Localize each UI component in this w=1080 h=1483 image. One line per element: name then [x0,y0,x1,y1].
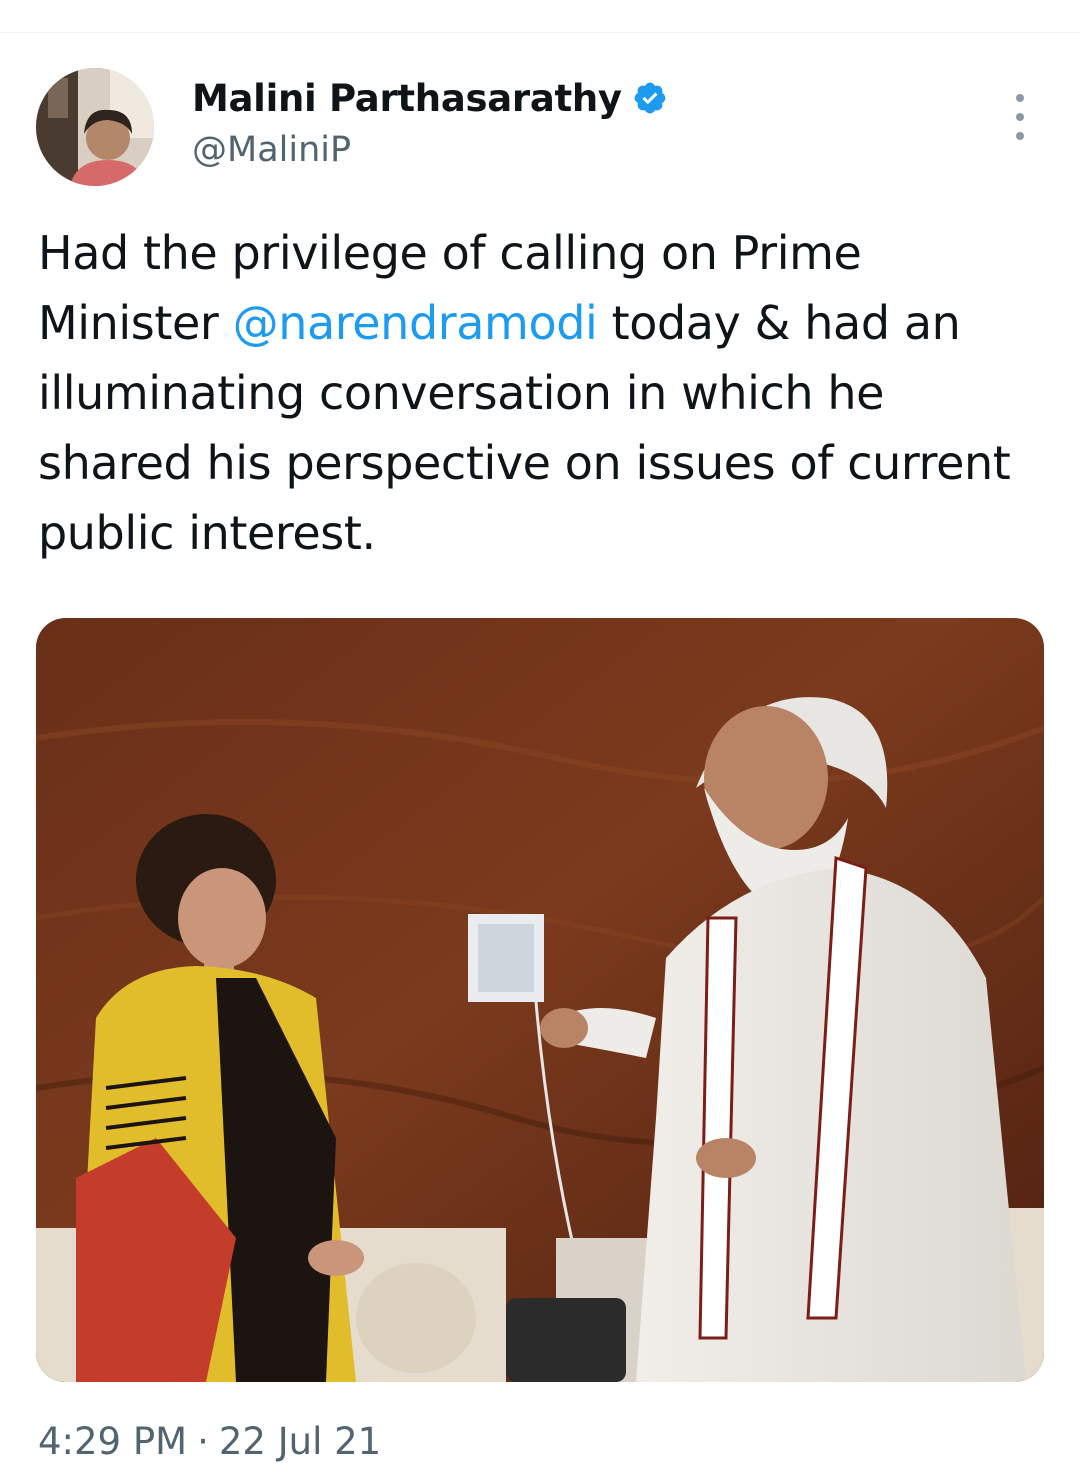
tweet-photo[interactable] [36,618,1044,1382]
author-avatar[interactable] [36,68,154,186]
top-divider [0,32,1080,33]
verified-badge-icon[interactable] [632,80,668,116]
more-dot [1016,94,1024,102]
author-handle[interactable]: @MaliniP [192,130,668,170]
tweet-date: 22 Jul 21 [218,1420,382,1463]
more-dot [1016,113,1024,121]
author-display-name[interactable]: Malini Parthasarathy [192,77,622,120]
avatar-photo [36,68,154,186]
photo-image [36,618,1044,1382]
mention-link[interactable]: @narendramodi [233,296,598,350]
tweet-timestamp[interactable]: 4:29 PM · 22 Jul 21 [38,1420,381,1463]
name-row: Malini Parthasarathy [192,72,668,124]
more-dot [1016,132,1024,140]
tweet-header: Malini Parthasarathy @MaliniP [192,72,668,170]
more-options-icon[interactable] [1004,94,1036,140]
tweet-text: Had the privilege of calling on Prime Mi… [38,218,1048,568]
timestamp-separator: · [197,1420,209,1463]
tweet-time: 4:29 PM [38,1420,188,1463]
